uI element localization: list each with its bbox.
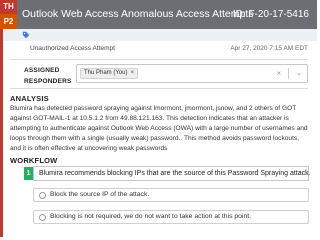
remove-responder-icon[interactable]: × xyxy=(130,70,134,76)
workflow-option-block[interactable]: Block the source IP of the attack. xyxy=(33,188,309,202)
step-text: Blumira recommends blocking IPs that are… xyxy=(39,170,311,177)
alert-type: Unauthorized Access Attempt xyxy=(30,45,115,52)
option-label: Block the source IP of the attack. xyxy=(50,191,150,198)
select-separator xyxy=(288,68,289,79)
divider xyxy=(10,88,308,89)
tag-bar xyxy=(3,29,317,41)
workflow-option-no-action[interactable]: Blocking is not required, we do not want… xyxy=(33,210,309,224)
radio-button[interactable] xyxy=(39,214,46,221)
step-number-badge: 1 xyxy=(24,167,33,180)
responders-select[interactable]: Thu Pham (You) × × ⌄ xyxy=(76,64,308,83)
analysis-heading: ANALYSIS xyxy=(10,94,49,103)
alert-header: TH P2 Outlook Web Access Anomalous Acces… xyxy=(0,0,317,29)
chevron-down-icon[interactable]: ⌄ xyxy=(296,65,302,82)
workflow-heading: WORKFLOW xyxy=(10,156,58,165)
alert-title: Outlook Web Access Anomalous Access Atte… xyxy=(22,8,254,20)
option-label: Blocking is not required, we do not want… xyxy=(50,213,252,220)
tag-icon[interactable] xyxy=(22,31,30,39)
severity-badge: TH P2 xyxy=(0,0,17,29)
severity-priority: P2 xyxy=(0,14,17,29)
assigned-responders-label: ASSIGNED RESPONDERS xyxy=(24,67,72,85)
alert-meta: Unauthorized Access Attempt Apr 27, 2020… xyxy=(10,45,308,57)
severity-type: TH xyxy=(0,0,17,14)
responder-chip: Thu Pham (You) × xyxy=(80,68,138,79)
radio-button[interactable] xyxy=(39,192,46,199)
divider xyxy=(10,59,308,60)
analysis-text: Blumira has detected password spraying a… xyxy=(10,105,308,152)
severity-rule xyxy=(0,29,3,237)
clear-responders-icon[interactable]: × xyxy=(276,65,281,82)
responder-name: Thu Pham (You) xyxy=(84,70,128,76)
workflow-step: Blumira recommends blocking IPs that are… xyxy=(33,166,311,181)
alert-date: Apr 27, 2020 7:15 AM EDT xyxy=(230,45,308,52)
alert-id: ID: F-20-17-5416 xyxy=(232,9,309,20)
